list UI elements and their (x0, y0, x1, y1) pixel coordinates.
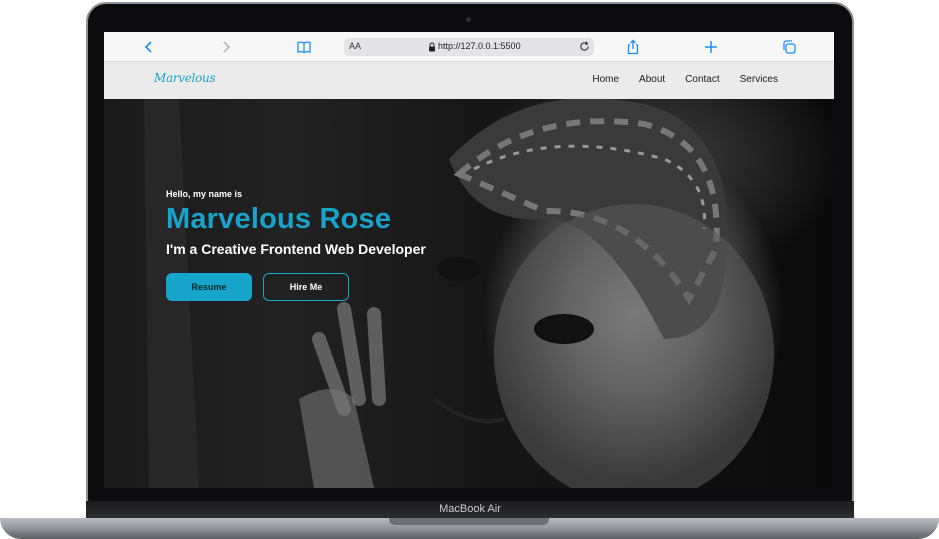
hero-greeting: Hello, my name is (166, 189, 243, 199)
site-navbar: Marvelous Home About Contact Services (104, 62, 834, 99)
address-bar[interactable]: AA http://127.0.0.1:5500 (344, 38, 594, 56)
laptop-hinge: MacBook Air (86, 501, 854, 518)
webcam (466, 17, 471, 22)
tabs-icon[interactable] (781, 39, 797, 55)
reload-icon[interactable] (579, 41, 590, 52)
resume-button[interactable]: Resume (166, 273, 252, 301)
nav-services[interactable]: Services (740, 74, 778, 85)
text-size-icon[interactable]: AA (349, 41, 361, 51)
nav-home[interactable]: Home (592, 74, 619, 85)
browser-toolbar: AA http://127.0.0.1:5500 (104, 32, 834, 62)
share-icon[interactable] (625, 39, 641, 55)
site-logo[interactable]: Marvelous (154, 71, 216, 85)
lock-icon (429, 42, 435, 52)
hero-text: Hello, my name is Marvelous Rose I'm a C… (166, 189, 426, 257)
laptop-notch (389, 518, 549, 525)
hero-role: I'm a Creative Frontend Web Developer (166, 241, 426, 257)
hero-section: Hello, my name is Marvelous Rose I'm a C… (104, 99, 834, 488)
nav-links: Home About Contact Services (592, 74, 778, 85)
bookmarks-icon[interactable] (296, 39, 312, 55)
new-tab-icon[interactable] (703, 39, 719, 55)
device-label: MacBook Air (439, 503, 501, 515)
back-icon[interactable] (141, 39, 157, 55)
forward-icon[interactable] (218, 39, 234, 55)
hire-me-button[interactable]: Hire Me (263, 273, 349, 301)
screen: AA http://127.0.0.1:5500 Marvelous Home … (104, 32, 834, 488)
nav-about[interactable]: About (639, 74, 665, 85)
url-text: http://127.0.0.1:5500 (438, 41, 521, 51)
hero-name: Marvelous Rose (166, 203, 392, 235)
nav-contact[interactable]: Contact (685, 74, 719, 85)
